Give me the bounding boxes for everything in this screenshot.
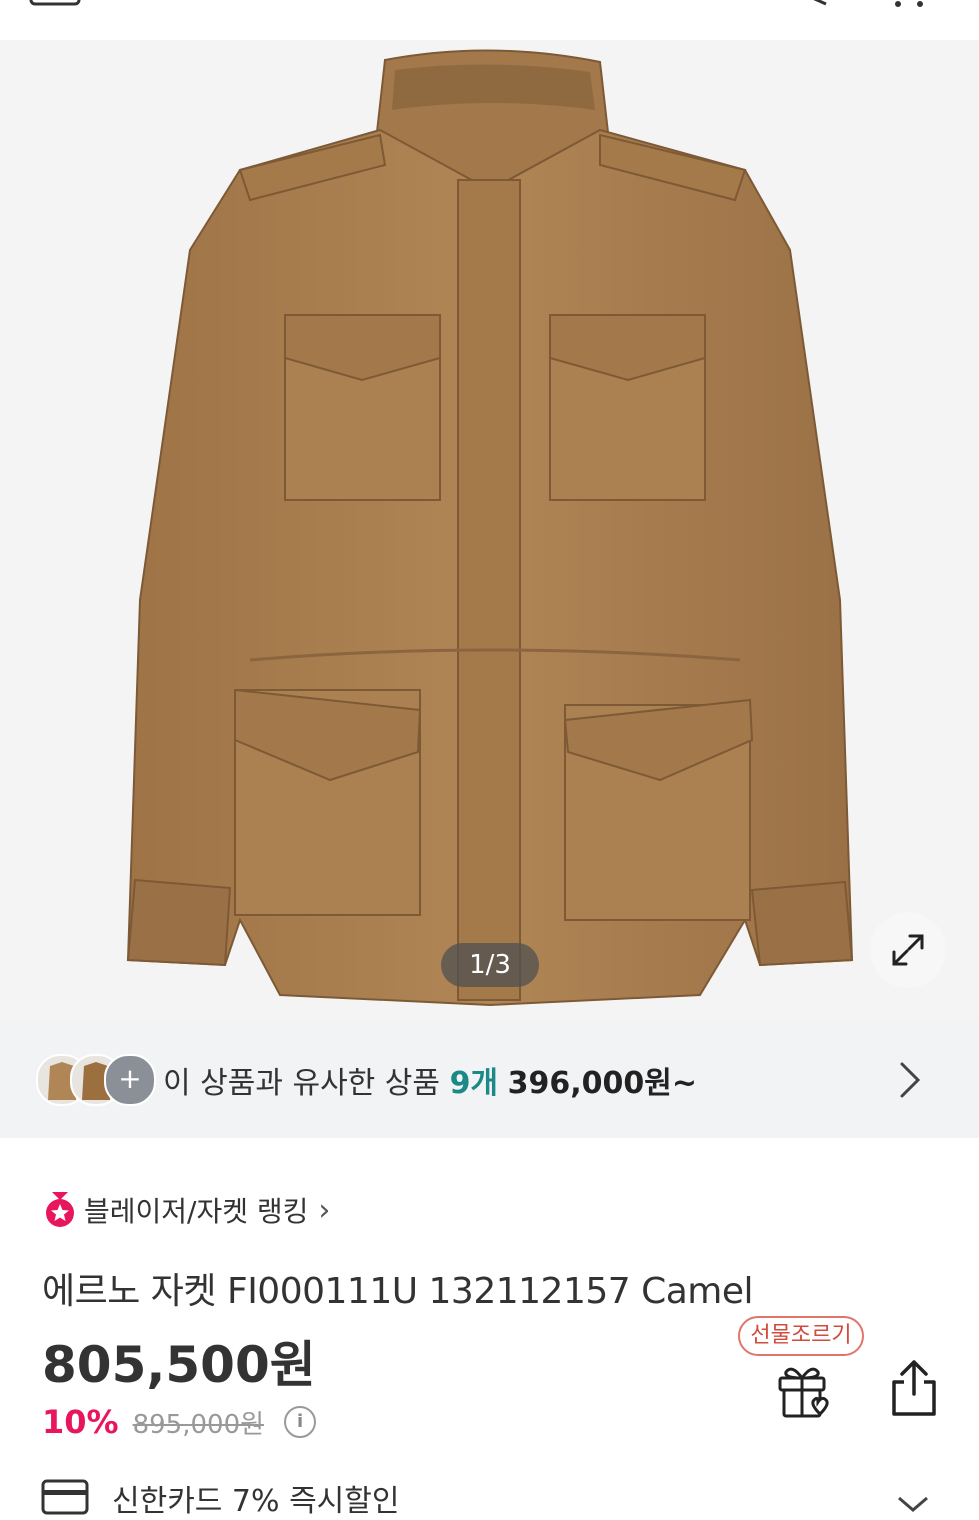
original-price: 895,000원 (132, 1409, 265, 1440)
card-discount-row[interactable]: 신한카드 7% 즉시할인 (40, 1474, 979, 1519)
product-price: 805,500원 (42, 1336, 316, 1394)
top-app-bar (0, 0, 979, 40)
product-image-gallery[interactable]: 1/3 (0, 40, 979, 1020)
similar-count: 9개 (449, 1066, 499, 1101)
category-ranking-link[interactable]: 블레이저/자켓 랭킹 › (44, 1190, 330, 1230)
expand-button[interactable] (870, 912, 946, 988)
discount-row: 10% 895,000원 i (42, 1402, 317, 1442)
plus-icon: + (118, 1062, 142, 1095)
similar-label: 이 상품과 유사한 상품 (163, 1066, 441, 1101)
image-counter: 1/3 (441, 943, 539, 987)
expand-icon (892, 934, 924, 966)
share-icon[interactable] (888, 1358, 940, 1418)
ranking-medal-icon (46, 1192, 74, 1227)
similar-products-banner[interactable]: + 이 상품과 유사한 상품 9개 396,000원~ (0, 1020, 979, 1138)
product-title: 에르노 자켓 FI000111U 132112157 Camel (42, 1271, 754, 1312)
gift-icon[interactable] (774, 1360, 834, 1420)
chevron-down-icon[interactable] (895, 1494, 931, 1514)
search-icon[interactable] (806, 0, 836, 8)
chevron-right-icon[interactable] (896, 1060, 924, 1100)
similar-price: 396,000원~ (507, 1066, 697, 1101)
product-image (126, 49, 854, 1007)
similar-thumbnails: + (36, 1054, 156, 1106)
ranking-label: 블레이저/자켓 랭킹 (84, 1195, 309, 1228)
more-similar-badge: + (104, 1054, 156, 1106)
more-icon[interactable] (890, 0, 930, 10)
info-icon[interactable]: i (284, 1406, 317, 1438)
discount-rate: 10% (42, 1403, 119, 1441)
gift-request-badge[interactable]: 선물조르기 (738, 1316, 864, 1356)
similar-products-text: 이 상품과 유사한 상품 9개 396,000원~ (163, 1058, 697, 1102)
credit-card-icon (41, 1479, 89, 1515)
chevron-right-icon: › (318, 1192, 331, 1228)
card-discount-text: 신한카드 7% 즉시할인 (112, 1484, 400, 1519)
home-icon[interactable] (28, 0, 88, 8)
